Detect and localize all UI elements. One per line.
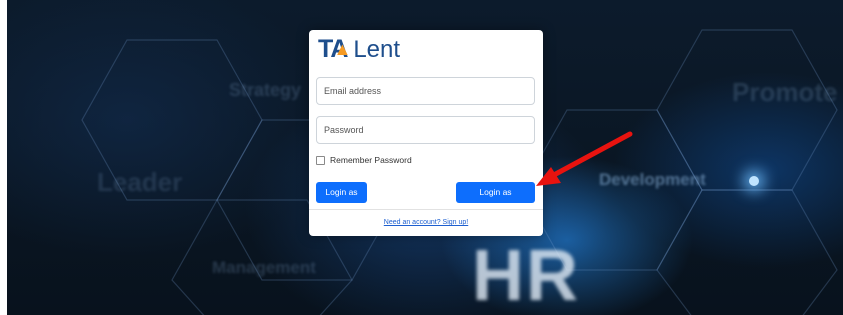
background-word-promote: Promote <box>732 77 838 107</box>
talent-logo: TA▲Lent <box>318 34 400 65</box>
background-word-strategy: Strategy <box>229 80 302 100</box>
background-word-development: Development <box>599 170 706 189</box>
login-as-organization-button[interactable]: Login as Organization <box>456 182 535 218</box>
card-divider <box>309 209 543 210</box>
login-as-user-button[interactable]: Login as User <box>316 182 367 218</box>
password-field[interactable] <box>316 116 535 144</box>
signup-link[interactable]: Need an account? Sign up! <box>309 219 543 226</box>
logo-text-lent: Lent <box>353 36 401 63</box>
remember-password-row[interactable]: Remember Password <box>316 155 412 165</box>
logo-accent-mark: ▲ <box>333 39 352 59</box>
remember-password-checkbox[interactable] <box>316 155 325 165</box>
remember-password-label: Remember Password <box>330 155 412 165</box>
login-card: TA▲Lent Remember Password Login as User … <box>309 30 543 236</box>
background-word-leader: Leader <box>97 167 183 197</box>
background-word-hr: HR <box>472 236 580 315</box>
background-word-management: Management <box>212 258 316 277</box>
email-field[interactable] <box>316 77 535 105</box>
glow-dot <box>749 176 759 186</box>
